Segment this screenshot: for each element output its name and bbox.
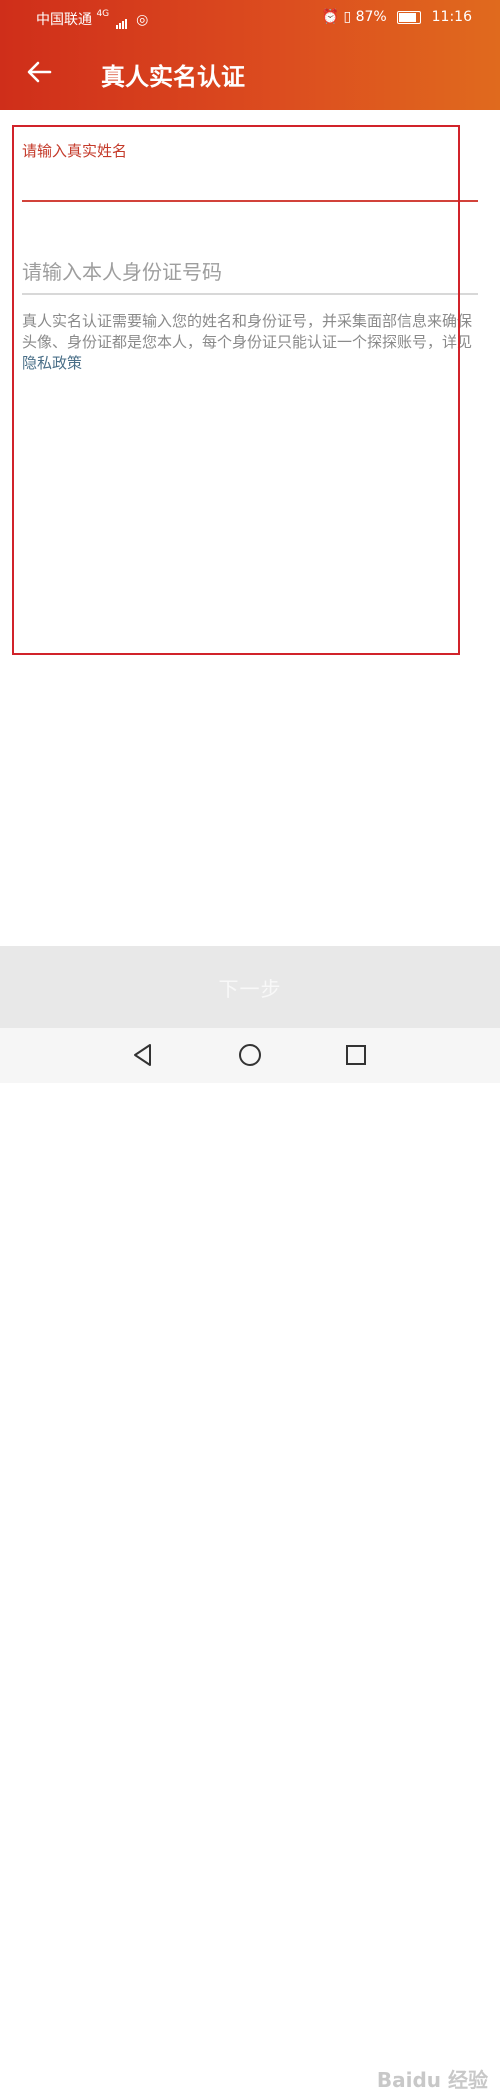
carrier-label: 中国联通	[36, 12, 92, 28]
app-header: 中国联通 4G ◎ ⏰ ▯ 87% 11:16 真人实名认证	[0, 0, 500, 110]
status-left: 中国联通 4G ◎	[36, 9, 148, 29]
signal-icon	[115, 13, 128, 29]
vibrate-icon: ▯	[343, 9, 352, 25]
network-type: 4G	[96, 9, 110, 19]
back-button[interactable]	[22, 55, 56, 89]
highlight-box	[12, 125, 460, 655]
circle-home-icon[interactable]	[237, 1042, 263, 1068]
hotspot-icon: ◎	[136, 12, 149, 28]
toolbar: 真人实名认证	[0, 40, 500, 110]
square-recent-icon[interactable]	[343, 1042, 369, 1068]
clock: 11:16	[431, 9, 472, 25]
next-step-button[interactable]: 下一步	[0, 946, 500, 1028]
page-title: 真人实名认证	[101, 63, 245, 91]
alarm-icon: ⏰	[321, 9, 339, 25]
system-nav-bar: Baidu 经验	[0, 1028, 500, 2092]
battery-percent: 87%	[355, 9, 387, 25]
status-bar: 中国联通 4G ◎ ⏰ ▯ 87% 11:16	[0, 0, 500, 36]
status-right: ⏰ ▯ 87% 11:16	[322, 9, 472, 25]
arrow-left-icon	[27, 61, 52, 83]
triangle-back-icon[interactable]	[130, 1042, 156, 1068]
battery-icon	[397, 10, 422, 24]
watermark: Baidu 经验	[376, 2068, 488, 2092]
